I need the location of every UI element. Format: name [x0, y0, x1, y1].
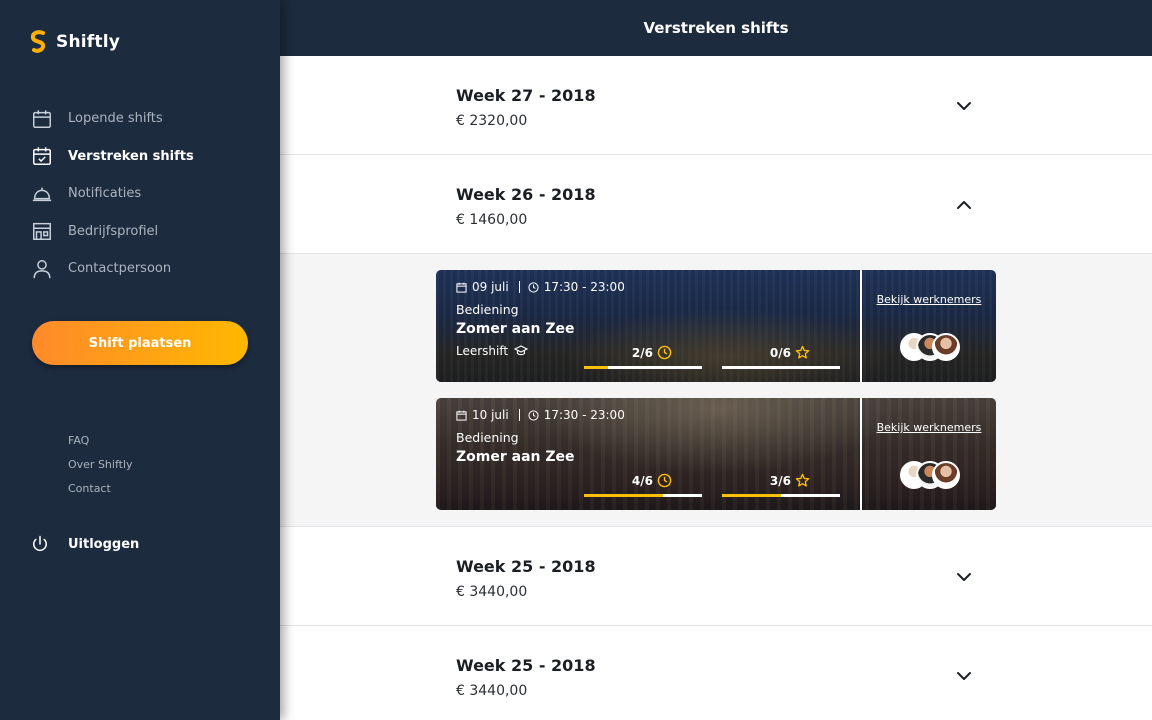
shift-role: Bediening [456, 430, 519, 445]
week-shifts-panel: 09 juli 17:30 - 23:00 Bediening Zomer aa… [280, 254, 1152, 527]
sidebar-item-label: Lopende shifts [68, 111, 163, 127]
clock-icon [528, 409, 539, 421]
week-row[interactable]: Week 27 - 2018 € 2320,00 [280, 56, 1152, 155]
staffing-progress: 4/6 [584, 473, 702, 497]
shift-date: 10 juli [472, 408, 509, 422]
clock-icon [657, 473, 672, 488]
top-bar: Verstreken shifts [280, 0, 1152, 56]
shift-card-meta: 09 juli 17:30 - 23:00 [456, 280, 625, 294]
week-amount: € 3440,00 [456, 683, 528, 699]
sidebar-item-bedrijfsprofiel[interactable]: Bedrijfsprofiel [30, 213, 194, 251]
shiftly-logo-icon [30, 30, 46, 53]
avatar [932, 461, 960, 489]
employees-panel: Bekijk werknemers [862, 270, 996, 382]
shift-card[interactable]: 09 juli 17:30 - 23:00 Bediening Zomer aa… [436, 270, 996, 382]
page-title: Verstreken shifts [643, 19, 789, 37]
weeks-list: Week 27 - 2018 € 2320,00 Week 26 - 2018 … [280, 56, 1152, 720]
chevron-down-icon[interactable] [956, 98, 972, 114]
week-amount: € 1460,00 [456, 212, 528, 228]
staffing-progress: 2/6 [584, 345, 702, 369]
shift-event: Zomer aan Zee [456, 449, 575, 465]
star-icon [795, 345, 810, 359]
week-title: Week 26 - 2018 [456, 185, 596, 204]
week-row[interactable]: Week 26 - 2018 € 1460,00 [280, 155, 1152, 254]
shift-time: 17:30 - 23:00 [543, 408, 625, 422]
brand[interactable]: Shiftly [30, 30, 120, 54]
week-amount: € 2320,00 [456, 113, 528, 129]
contact-link[interactable]: Contact [68, 481, 133, 505]
week-row[interactable]: Week 25 - 2018 € 3440,00 [280, 626, 1152, 720]
calendar-check-icon [30, 144, 54, 168]
week-title: Week 27 - 2018 [456, 86, 596, 105]
employee-avatars[interactable] [900, 333, 962, 361]
staffing-count: 2/6 [631, 345, 653, 360]
clock-icon [528, 281, 539, 293]
meta-divider [518, 409, 520, 421]
sidebar-item-contactpersoon[interactable]: Contactpersoon [30, 250, 194, 288]
cloche-icon [30, 182, 54, 206]
logout-label: Uitloggen [68, 536, 140, 552]
rating-progress: 3/6 [722, 473, 840, 497]
sidebar-item-label: Verstreken shifts [68, 148, 194, 164]
week-title: Week 25 - 2018 [456, 557, 596, 576]
user-icon [30, 257, 54, 281]
shift-date: 09 juli [472, 280, 509, 294]
star-icon [795, 473, 810, 487]
chevron-down-icon[interactable] [956, 569, 972, 585]
avatar [932, 333, 960, 361]
meta-divider [518, 281, 520, 293]
rating-count: 3/6 [769, 473, 791, 488]
week-amount: € 3440,00 [456, 584, 528, 600]
shift-tag-label: Leershift [456, 344, 509, 358]
sidebar-nav: Lopende shifts Verstreken shifts Notific… [30, 100, 194, 288]
storefront-icon [30, 219, 54, 243]
brand-name: Shiftly [56, 32, 121, 52]
calendar-icon [30, 107, 54, 131]
logout-button[interactable]: Uitloggen [30, 532, 139, 556]
view-employees-link[interactable]: Bekijk werknemers [862, 420, 996, 436]
shift-plaatsen-button[interactable]: Shift plaatsen [32, 321, 248, 365]
week-row[interactable]: Week 25 - 2018 € 3440,00 [280, 527, 1152, 626]
staffing-bar [584, 366, 608, 369]
employees-panel: Bekijk werknemers [862, 398, 996, 510]
rating-count: 0/6 [769, 345, 791, 360]
chevron-up-icon[interactable] [956, 197, 972, 213]
rating-bar [722, 494, 781, 497]
week-title: Week 25 - 2018 [456, 656, 596, 675]
power-icon [30, 532, 50, 556]
faq-link[interactable]: FAQ [68, 433, 133, 457]
shift-event: Zomer aan Zee [456, 321, 575, 337]
sidebar: Shiftly Lopende shifts Verstreken shifts… [0, 0, 280, 720]
sidebar-item-lopende-shifts[interactable]: Lopende shifts [30, 100, 194, 138]
sidebar-item-notificaties[interactable]: Notificaties [30, 175, 194, 213]
calendar-icon [456, 282, 467, 293]
clock-icon [657, 345, 672, 360]
calendar-icon [456, 410, 467, 421]
over-shiftly-link[interactable]: Over Shiftly [68, 457, 133, 481]
sidebar-item-label: Notificaties [68, 186, 142, 202]
sidebar-item-verstreken-shifts[interactable]: Verstreken shifts [30, 138, 194, 176]
footer-links: FAQ Over Shiftly Contact [68, 433, 133, 505]
shift-time: 17:30 - 23:00 [543, 280, 625, 294]
staffing-bar [584, 494, 664, 497]
graduation-cap-icon [514, 345, 529, 356]
sidebar-item-label: Contactpersoon [68, 261, 172, 277]
shift-role: Bediening [456, 302, 519, 317]
rating-progress: 0/6 [722, 345, 840, 369]
view-employees-link[interactable]: Bekijk werknemers [862, 292, 996, 308]
shift-card-meta: 10 juli 17:30 - 23:00 [456, 408, 625, 422]
shift-tag: Leershift [456, 344, 529, 358]
chevron-down-icon[interactable] [956, 668, 972, 684]
shift-card[interactable]: 10 juli 17:30 - 23:00 Bediening Zomer aa… [436, 398, 996, 510]
employee-avatars[interactable] [900, 461, 962, 489]
staffing-count: 4/6 [631, 473, 653, 488]
sidebar-item-label: Bedrijfsprofiel [68, 223, 159, 239]
